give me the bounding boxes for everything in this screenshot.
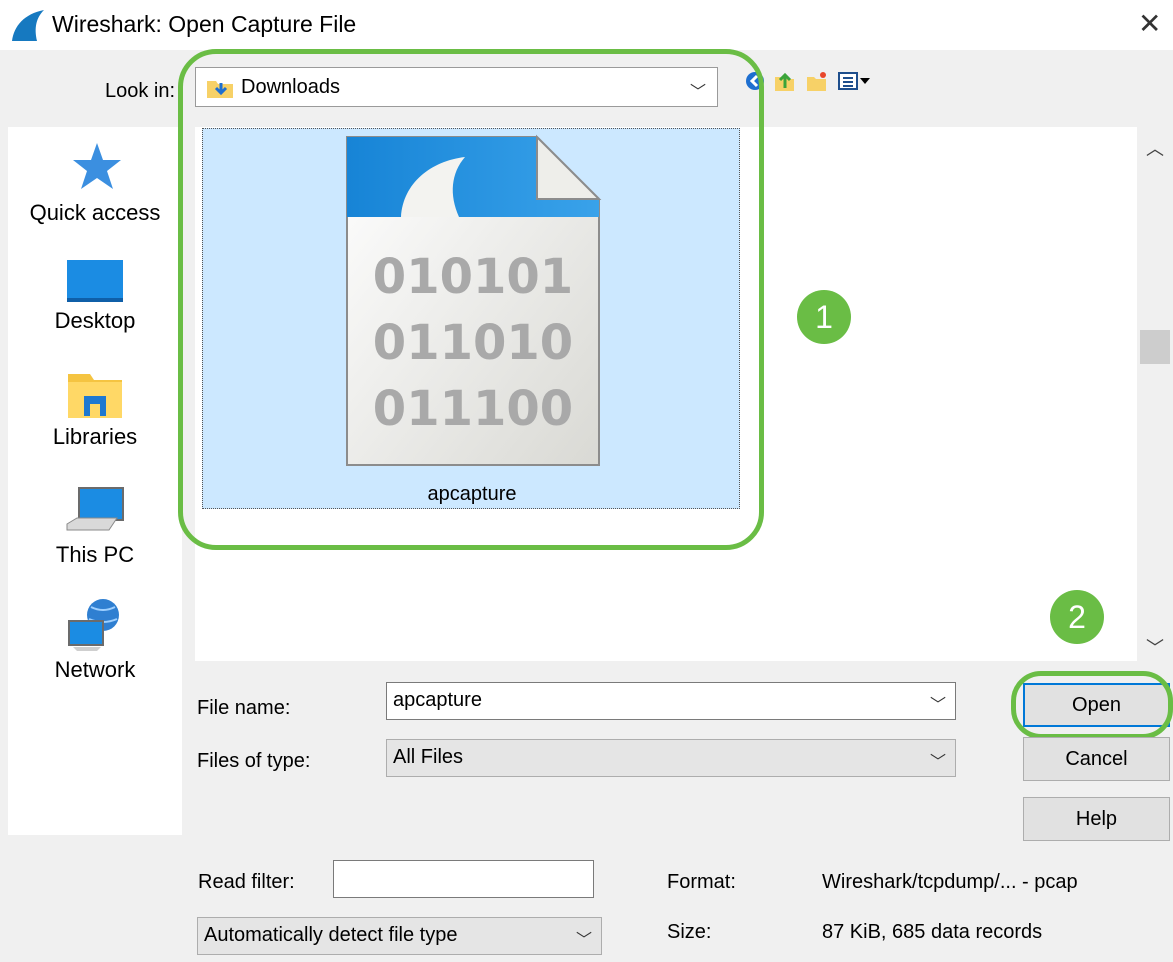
scrollbar-thumb[interactable] (1140, 330, 1170, 364)
vertical-scrollbar[interactable]: ︿ ﹀ (1138, 127, 1173, 661)
format-value: Wireshark/tcpdump/... - pcap (822, 871, 1078, 893)
help-button[interactable]: Help (1023, 797, 1170, 841)
places-bar: Quick access Desktop Libraries This PC N… (8, 127, 182, 835)
place-quick-access[interactable]: Quick access (8, 140, 182, 226)
file-name-label-text: File name: (197, 697, 291, 719)
detect-file-type-value: Automatically detect file type (204, 924, 458, 946)
file-name-input[interactable]: apcapture ﹀ (386, 682, 956, 720)
new-folder-icon[interactable] (806, 70, 828, 92)
view-menu-icon[interactable] (838, 70, 872, 92)
files-of-type-dropdown[interactable]: All Files ﹀ (386, 739, 956, 777)
look-in-dropdown[interactable]: Downloads ﹀ (195, 67, 718, 107)
place-this-pc[interactable]: This PC (8, 486, 182, 568)
chevron-down-icon: ﹀ (576, 932, 593, 949)
step-1-badge: 1 (797, 290, 851, 344)
chevron-down-icon: ﹀ (930, 754, 947, 771)
format-label: Format: (667, 871, 736, 893)
back-icon[interactable] (744, 70, 766, 92)
place-desktop[interactable]: Desktop (8, 258, 182, 334)
place-label: Desktop (54, 308, 136, 333)
downloads-folder-icon (207, 81, 233, 98)
place-label: Libraries (52, 424, 138, 449)
open-button[interactable]: Open (1023, 683, 1170, 727)
scroll-down-icon[interactable]: ﹀ (1146, 634, 1164, 660)
chevron-down-icon[interactable]: ﹀ (930, 691, 946, 715)
place-label: Network (54, 657, 136, 682)
up-folder-icon[interactable] (774, 70, 796, 92)
network-icon (68, 599, 119, 651)
file-item-apcapture[interactable]: 010101 011010 011100 apcapture (202, 128, 740, 509)
binary-line: 011100 (373, 381, 573, 437)
wireshark-fin-icon (12, 10, 44, 41)
size-value: 87 KiB, 685 data records (822, 921, 1043, 943)
binary-line: 010101 (373, 249, 573, 305)
file-name-label: apcapture (427, 483, 517, 505)
step-2-badge: 2 (1050, 590, 1104, 644)
title-bar: Wireshark: Open Capture File ✕ (0, 0, 1173, 50)
close-icon[interactable]: ✕ (1138, 10, 1161, 38)
read-filter-input[interactable] (333, 860, 594, 898)
file-name-value: apcapture (393, 689, 482, 711)
place-label: This PC (55, 542, 135, 567)
scroll-up-icon[interactable]: ︿ (1146, 135, 1164, 161)
capture-file-icon: 010101 011010 011100 (346, 134, 602, 466)
look-in-label: Look in: (105, 80, 176, 102)
place-label: Quick access (29, 200, 161, 225)
this-pc-icon (66, 487, 124, 531)
desktop-icon (67, 260, 123, 302)
read-filter-label: Read filter: (198, 871, 295, 893)
files-of-type-label: Files of type: (197, 750, 311, 772)
binary-line: 011010 (373, 315, 573, 371)
cancel-button[interactable]: Cancel (1023, 737, 1170, 781)
look-in-value: Downloads (241, 76, 340, 98)
size-label: Size: (667, 921, 712, 943)
chevron-down-icon: ﹀ (690, 84, 707, 101)
detect-file-type-dropdown[interactable]: Automatically detect file type ﹀ (197, 917, 602, 955)
quick-access-star-icon (73, 143, 121, 189)
files-of-type-value: All Files (393, 746, 464, 768)
place-network[interactable]: Network (8, 597, 182, 683)
window-title: Wireshark: Open Capture File (52, 11, 357, 37)
place-libraries[interactable]: Libraries (8, 372, 182, 450)
libraries-icon (68, 374, 122, 418)
